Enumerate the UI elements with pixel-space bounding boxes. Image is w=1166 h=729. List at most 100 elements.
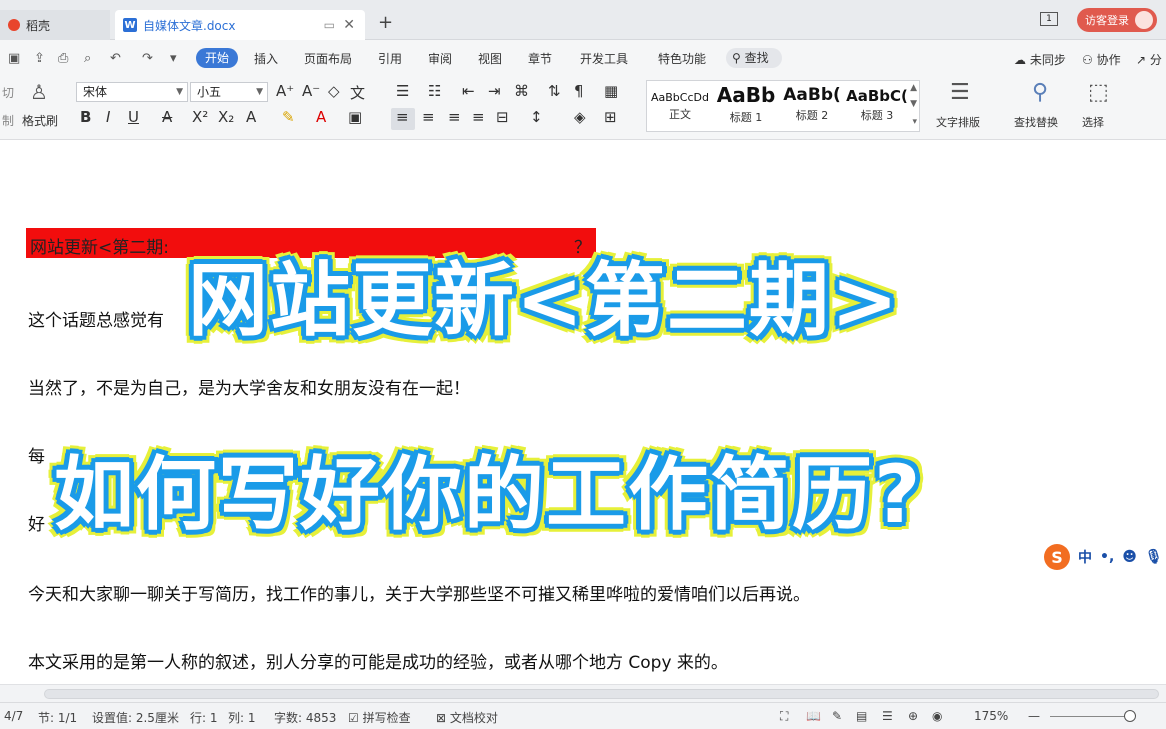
- tab-start[interactable]: 开始: [196, 48, 238, 68]
- expand-icon[interactable]: ▾: [912, 117, 917, 127]
- paragraph-mark-icon[interactable]: ¶: [574, 82, 584, 100]
- table-grid-icon[interactable]: ▦: [604, 82, 618, 100]
- shading-icon[interactable]: ◈: [574, 108, 586, 126]
- tab-view[interactable]: 视图: [478, 50, 502, 67]
- format-painter-label[interactable]: 格式刷: [22, 112, 58, 129]
- tab-chapter[interactable]: 章节: [528, 50, 552, 67]
- zoom-level[interactable]: 175%: [974, 709, 1008, 723]
- print-icon[interactable]: ⎙: [58, 51, 68, 66]
- select-icon[interactable]: ⬚: [1088, 80, 1109, 105]
- style-normal[interactable]: AaBbCcDd 正文: [647, 81, 713, 131]
- strikethrough-icon[interactable]: A: [162, 108, 172, 126]
- shrink-font-icon[interactable]: A⁻: [302, 82, 320, 100]
- ime-mode[interactable]: 中: [1078, 547, 1092, 567]
- login-button[interactable]: 访客登录: [1077, 8, 1157, 32]
- chevron-down-icon[interactable]: ▼: [910, 99, 917, 109]
- highlight-icon[interactable]: ✎: [282, 108, 295, 126]
- punctuation-icon[interactable]: •,: [1100, 549, 1114, 565]
- find-replace-label[interactable]: 查找替换: [1014, 114, 1058, 130]
- document-canvas[interactable]: 网站更新<第二期: ？ 这个话题总感觉有 当然了，不是为自己，是为大学舍友和女朋…: [0, 140, 1166, 684]
- line-spacing-icon[interactable]: ↕: [530, 108, 543, 126]
- zoom-out-button[interactable]: —: [1028, 709, 1040, 723]
- status-bar: 4/7 节: 1/1 设置值: 2.5厘米 行: 1 列: 1 字数: 4853…: [0, 702, 1166, 729]
- style-heading-2[interactable]: AaBb( 标题 2: [779, 81, 845, 131]
- align-left-icon[interactable]: ≡: [396, 108, 409, 126]
- copy-label[interactable]: 制: [2, 112, 14, 129]
- tab-references[interactable]: 引用: [378, 50, 402, 67]
- align-center-icon[interactable]: ≡: [422, 108, 435, 126]
- collaborate-button[interactable]: ⚇ 协作: [1082, 51, 1121, 68]
- preview-icon[interactable]: ⌕: [84, 51, 91, 66]
- superscript-icon[interactable]: X²: [192, 108, 208, 126]
- align-right-icon[interactable]: ≡: [448, 108, 461, 126]
- new-tab-button[interactable]: +: [378, 12, 393, 33]
- emoji-icon[interactable]: ☻: [1122, 549, 1137, 565]
- scrollbar-thumb[interactable]: [44, 689, 1159, 699]
- tab-insert[interactable]: 插入: [254, 50, 278, 67]
- close-icon[interactable]: ✕: [343, 17, 355, 33]
- page-view-icon[interactable]: ▤: [856, 709, 867, 723]
- edit-mode-icon[interactable]: ✎: [832, 709, 842, 723]
- distribute-icon[interactable]: ⊟: [496, 108, 509, 126]
- italic-icon[interactable]: I: [106, 108, 110, 126]
- justify-icon[interactable]: ≡: [472, 108, 485, 126]
- zoom-slider-knob[interactable]: [1124, 710, 1136, 722]
- tab-review[interactable]: 审阅: [428, 50, 452, 67]
- more-icon[interactable]: ▾: [170, 51, 177, 66]
- tab-page-layout[interactable]: 页面布局: [304, 50, 352, 67]
- outline-view-icon[interactable]: ☰: [882, 709, 893, 723]
- sync-button[interactable]: ☁ 未同步: [1014, 51, 1066, 68]
- redo-icon[interactable]: ↷: [142, 51, 153, 66]
- web-view-icon[interactable]: ⊕: [908, 709, 918, 723]
- grow-font-icon[interactable]: A⁺: [276, 82, 294, 100]
- export-icon[interactable]: ⇪: [34, 51, 45, 66]
- fullscreen-icon[interactable]: ⛶: [780, 709, 788, 724]
- bullet-list-icon[interactable]: ☰: [396, 82, 409, 100]
- chevron-up-icon[interactable]: ▲: [910, 83, 917, 93]
- ime-toolbar[interactable]: S 中 •, ☻ 🎙: [1040, 542, 1166, 572]
- horizontal-scrollbar[interactable]: [0, 684, 1166, 702]
- proofread-button[interactable]: ⊠ 文档校对: [436, 709, 498, 726]
- format-painter-icon[interactable]: ♙: [30, 80, 48, 104]
- chinese-layout-icon[interactable]: ⌘: [514, 82, 529, 100]
- tab-developer[interactable]: 开发工具: [580, 50, 628, 67]
- borders-icon[interactable]: ⊞: [604, 108, 617, 126]
- spell-check-button[interactable]: ☑ 拼写检查: [348, 709, 411, 726]
- search-button[interactable]: ⚲ 查找: [726, 48, 782, 68]
- tab-document[interactable]: W 自媒体文章.docx ▭ ✕: [115, 10, 365, 40]
- font-color-icon[interactable]: A: [316, 108, 326, 126]
- font-size-select[interactable]: 小五 ▼: [190, 82, 268, 102]
- clear-format-icon[interactable]: ◇: [328, 82, 340, 100]
- style-heading-1[interactable]: AaBb 标题 1: [713, 81, 779, 131]
- select-label[interactable]: 选择: [1082, 114, 1104, 130]
- text-layout-icon[interactable]: ☰: [950, 80, 970, 105]
- sort-icon[interactable]: ⇅: [548, 82, 561, 100]
- char-border-icon[interactable]: ▣: [348, 108, 362, 126]
- tab-special[interactable]: 特色功能: [658, 50, 706, 67]
- read-mode-icon[interactable]: 📖: [806, 709, 821, 723]
- save-icon[interactable]: ▣: [8, 51, 20, 66]
- find-replace-icon[interactable]: ⚲: [1032, 80, 1048, 105]
- increase-indent-icon[interactable]: ⇥: [488, 82, 501, 100]
- zoom-slider-track[interactable]: [1050, 716, 1126, 717]
- eye-protect-icon[interactable]: ◉: [932, 709, 942, 723]
- pin-icon[interactable]: ▭: [324, 18, 335, 32]
- font-name-select[interactable]: 宋体 ▼: [76, 82, 188, 102]
- undo-icon[interactable]: ↶: [110, 51, 121, 66]
- word-count[interactable]: 字数: 4853: [274, 709, 336, 726]
- tab-daoke[interactable]: 稻壳: [0, 10, 110, 40]
- window-count-icon[interactable]: 1: [1040, 12, 1058, 26]
- page-indicator[interactable]: 4/7: [4, 709, 23, 723]
- cut-label[interactable]: 切: [2, 84, 14, 101]
- text-layout-label[interactable]: 文字排版: [936, 114, 980, 130]
- microphone-icon[interactable]: 🎙: [1145, 549, 1163, 565]
- style-heading-3[interactable]: AaBbC( 标题 3: [845, 81, 909, 131]
- text-effect-icon[interactable]: A: [246, 108, 256, 126]
- numbered-list-icon[interactable]: ☷: [428, 82, 441, 100]
- share-button[interactable]: ↗ 分: [1136, 51, 1162, 68]
- bold-icon[interactable]: B: [80, 108, 91, 126]
- subscript-icon[interactable]: X₂: [218, 108, 234, 126]
- phonetic-icon[interactable]: 文: [350, 82, 365, 103]
- underline-icon[interactable]: U: [128, 108, 139, 126]
- decrease-indent-icon[interactable]: ⇤: [462, 82, 475, 100]
